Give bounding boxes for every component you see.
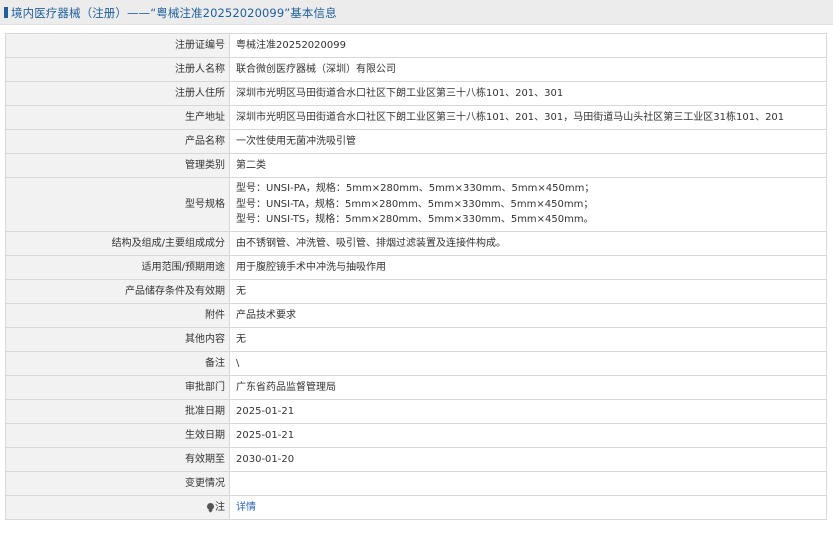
table-row: 产品储存条件及有效期 无 <box>5 279 827 304</box>
row-value-remark: \ <box>229 351 827 376</box>
spec-line: 型号：UNSI-TS，规格：5mm×280mm、5mm×330mm、5mm×45… <box>236 214 594 226</box>
table-row: 管理类别 第二类 <box>5 153 827 178</box>
row-label-changes: 变更情况 <box>5 471 230 496</box>
table-row: 产品名称 一次性使用无菌冲洗吸引管 <box>5 129 827 154</box>
details-link[interactable]: 详情 <box>236 502 256 513</box>
row-label-product-name: 产品名称 <box>5 129 230 154</box>
table-row: 注 详情 <box>5 495 827 520</box>
table-row: 备注 \ <box>5 351 827 376</box>
table-row: 型号规格 型号：UNSI-PA，规格：5mm×280mm、5mm×330mm、5… <box>5 177 827 232</box>
row-value-registration-no: 粤械注准20252020099 <box>229 33 827 58</box>
row-label-registrant-address: 注册人住所 <box>5 81 230 106</box>
note-icon <box>207 503 214 510</box>
row-value-effective-date: 2025-01-21 <box>229 423 827 448</box>
row-value-attachment: 产品技术要求 <box>229 303 827 328</box>
page-header: 境内医疗器械（注册）——“粤械注准20252020099”基本信息 <box>0 0 833 25</box>
row-value-intended-use: 用于腹腔镜手术中冲洗与抽吸作用 <box>229 255 827 280</box>
table-row: 批准日期 2025-01-21 <box>5 399 827 424</box>
row-label-valid-until: 有效期至 <box>5 447 230 472</box>
table-row: 适用范围/预期用途 用于腹腔镜手术中冲洗与抽吸作用 <box>5 255 827 280</box>
row-label-note: 注 <box>5 495 230 520</box>
row-value-approval-dept: 广东省药品监督管理局 <box>229 375 827 400</box>
row-label-other: 其他内容 <box>5 327 230 352</box>
row-value-storage: 无 <box>229 279 827 304</box>
table-row: 生产地址 深圳市光明区马田街道合水口社区下朗工业区第三十八栋101、201、30… <box>5 105 827 130</box>
page-title-text: 境内医疗器械（注册）——“粤械注准20252020099”基本信息 <box>11 6 337 20</box>
row-label-structure: 结构及组成/主要组成成分 <box>5 231 230 256</box>
row-value-management-class: 第二类 <box>229 153 827 178</box>
row-value-changes <box>229 471 827 496</box>
row-label-remark: 备注 <box>5 351 230 376</box>
row-value-product-name: 一次性使用无菌冲洗吸引管 <box>229 129 827 154</box>
row-label-production-address: 生产地址 <box>5 105 230 130</box>
row-label-intended-use: 适用范围/预期用途 <box>5 255 230 280</box>
table-row: 审批部门 广东省药品监督管理局 <box>5 375 827 400</box>
row-label-approval-dept: 审批部门 <box>5 375 230 400</box>
row-value-production-address: 深圳市光明区马田街道合水口社区下朗工业区第三十八栋101、201、301，马田街… <box>229 105 827 130</box>
table-row: 附件 产品技术要求 <box>5 303 827 328</box>
table-row: 变更情况 <box>5 471 827 496</box>
table-row: 注册人住所 深圳市光明区马田街道合水口社区下朗工业区第三十八栋101、201、3… <box>5 81 827 106</box>
row-value-other: 无 <box>229 327 827 352</box>
table-row: 生效日期 2025-01-21 <box>5 423 827 448</box>
row-label-model-spec: 型号规格 <box>5 177 230 232</box>
row-label-registration-no: 注册证编号 <box>5 33 230 58</box>
row-label-registrant-name: 注册人名称 <box>5 57 230 82</box>
note-label-text: 注 <box>215 502 225 513</box>
row-value-approval-date: 2025-01-21 <box>229 399 827 424</box>
spec-line: 型号：UNSI-TA，规格：5mm×280mm、5mm×330mm、5mm×45… <box>236 198 594 210</box>
info-table: 注册证编号 粤械注准20252020099 注册人名称 联合微创医疗器械（深圳）… <box>5 33 827 520</box>
table-row: 注册证编号 粤械注准20252020099 <box>5 33 827 58</box>
table-row: 有效期至 2030-01-20 <box>5 447 827 472</box>
row-label-approval-date: 批准日期 <box>5 399 230 424</box>
page-title: 境内医疗器械（注册）——“粤械注准20252020099”基本信息 <box>4 5 337 21</box>
row-value-note: 详情 <box>229 495 827 520</box>
spec-line: 型号：UNSI-PA，规格：5mm×280mm、5mm×330mm、5mm×45… <box>236 183 595 195</box>
row-label-management-class: 管理类别 <box>5 153 230 178</box>
row-value-model-spec: 型号：UNSI-PA，规格：5mm×280mm、5mm×330mm、5mm×45… <box>229 177 827 232</box>
row-label-storage: 产品储存条件及有效期 <box>5 279 230 304</box>
row-value-structure: 由不锈钢管、冲洗管、吸引管、排烟过滤装置及连接件构成。 <box>229 231 827 256</box>
table-row: 其他内容 无 <box>5 327 827 352</box>
title-bullet-icon <box>4 7 8 18</box>
row-label-effective-date: 生效日期 <box>5 423 230 448</box>
row-value-valid-until: 2030-01-20 <box>229 447 827 472</box>
table-row: 注册人名称 联合微创医疗器械（深圳）有限公司 <box>5 57 827 82</box>
row-value-registrant-address: 深圳市光明区马田街道合水口社区下朗工业区第三十八栋101、201、301 <box>229 81 827 106</box>
row-label-attachment: 附件 <box>5 303 230 328</box>
row-value-registrant-name: 联合微创医疗器械（深圳）有限公司 <box>229 57 827 82</box>
table-row: 结构及组成/主要组成成分 由不锈钢管、冲洗管、吸引管、排烟过滤装置及连接件构成。 <box>5 231 827 256</box>
